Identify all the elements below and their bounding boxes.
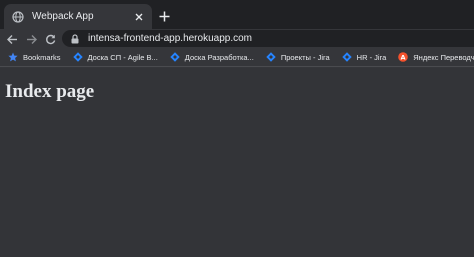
page-content: Index page: [0, 68, 474, 257]
bookmark-label: Доска Разработка...: [184, 52, 254, 62]
new-tab-button[interactable]: [156, 8, 172, 24]
bookmark-yandex-translate[interactable]: A Яндекс Переводчи...: [398, 52, 474, 62]
browser-toolbar: intensa-frontend-app.herokuapp.com: [0, 29, 474, 48]
bookmark-label: Проекты - Jira: [280, 52, 330, 62]
globe-icon: [12, 10, 24, 23]
url-text: intensa-frontend-app.herokuapp.com: [88, 33, 252, 44]
arrow-right-icon: [26, 34, 37, 44]
back-button[interactable]: [4, 31, 20, 47]
plus-icon: [159, 11, 169, 21]
tab-webpack-app[interactable]: Webpack App: [4, 4, 152, 29]
jira-icon: [266, 52, 276, 62]
svg-text:A: A: [401, 53, 406, 61]
forward-button[interactable]: [23, 31, 39, 47]
jira-icon: [170, 52, 180, 62]
bookmark-label: Bookmarks: [23, 52, 61, 62]
jira-icon: [72, 52, 83, 62]
close-icon[interactable]: [132, 10, 146, 24]
address-bar[interactable]: intensa-frontend-app.herokuapp.com: [62, 30, 474, 47]
bookmark-label: HR - Jira: [356, 52, 387, 62]
arrow-left-icon: [6, 34, 17, 44]
bookmark-agile-board[interactable]: Доска СП - Agile B...: [72, 52, 158, 62]
bookmark-dev-board[interactable]: Доска Разработка...: [170, 52, 254, 62]
bookmark-label: Яндекс Переводчи...: [413, 52, 474, 62]
lock-icon[interactable]: [70, 33, 80, 44]
bookmark-projects-jira[interactable]: Проекты - Jira: [266, 52, 330, 62]
tab-title: Webpack App: [32, 11, 94, 22]
tab-strip: Webpack App: [0, 0, 474, 29]
page-heading: Index page: [5, 81, 95, 102]
bookmark-hr-jira[interactable]: HR - Jira: [341, 52, 387, 62]
reload-icon: [45, 34, 55, 44]
jira-icon: [341, 52, 352, 62]
reload-button[interactable]: [42, 31, 58, 47]
bookmarks-bar: Bookmarks Доска СП - Agile B... Доска Ра…: [0, 48, 474, 67]
yandex-translate-icon: A: [398, 52, 409, 62]
bookmark-label: Доска СП - Agile B...: [87, 52, 158, 62]
bookmark-bookmarks[interactable]: Bookmarks: [8, 52, 61, 62]
star-icon: [8, 52, 18, 62]
